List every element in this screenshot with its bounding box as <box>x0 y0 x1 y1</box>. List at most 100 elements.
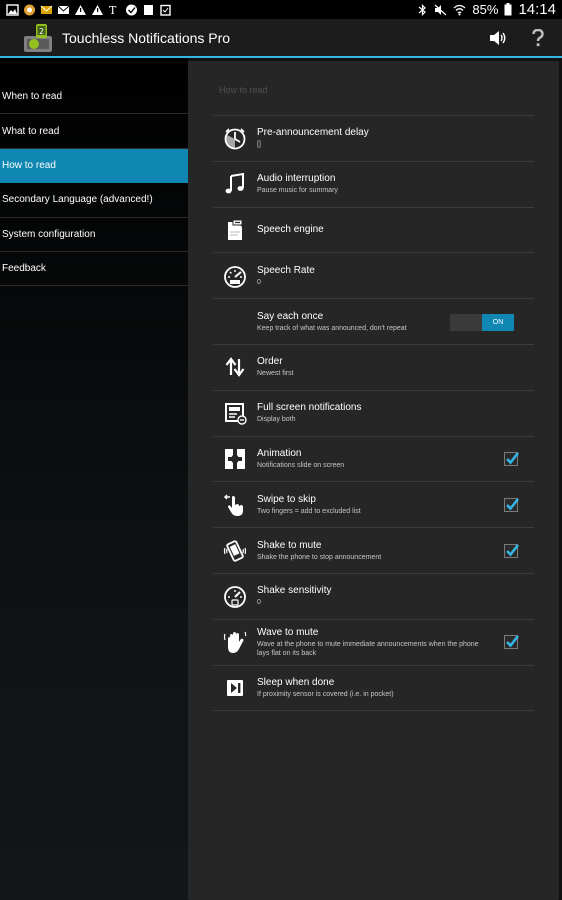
pref-full-screen-notifications[interactable]: Full screen notifications Display both <box>213 391 534 437</box>
app-circle-icon <box>24 4 35 15</box>
nav-item-label: How to read <box>2 159 56 171</box>
music-note-icon <box>213 162 257 207</box>
sleep-icon <box>213 665 257 710</box>
nav-item-label: Feedback <box>2 263 46 275</box>
pref-summary: 0 <box>257 599 261 607</box>
pref-summary: If proximity sensor is covered (i.e. in … <box>257 690 394 698</box>
headers-list: When to read What to read How to read Se… <box>0 58 188 900</box>
animation-icon <box>213 436 257 481</box>
battery-icon <box>504 3 512 16</box>
document-icon <box>144 4 153 15</box>
pref-title: Wave to mute <box>257 626 319 638</box>
nav-item-label: What to read <box>2 125 60 137</box>
clipboard-check-icon <box>160 4 171 16</box>
nav-item-what-to-read[interactable]: What to read <box>0 114 188 149</box>
mute-icon <box>435 4 447 15</box>
pref-animation[interactable]: Animation Notifications slide on screen <box>213 437 534 483</box>
battery-percent: 85% <box>472 2 499 17</box>
pref-order[interactable]: Order Newest first <box>213 345 534 391</box>
pref-wave-to-mute[interactable]: Wave to mute Wave at the phone to mute i… <box>213 620 534 666</box>
pref-summary: [] <box>257 141 261 149</box>
pref-title: Order <box>257 356 283 368</box>
pref-shake-to-mute[interactable]: Shake to mute Shake the phone to stop an… <box>213 528 534 574</box>
mail-icon <box>40 5 53 14</box>
nav-item-label: System configuration <box>2 228 96 240</box>
switch-on-label: ON <box>482 313 514 331</box>
pref-title: Speech engine <box>257 223 324 235</box>
status-bar: T 85% 14:14 <box>0 0 562 19</box>
pref-pre-announcement-delay[interactable]: Pre-announcement delay [] <box>213 116 534 162</box>
nav-item-label: Secondary Language (advanced!) <box>2 194 153 206</box>
wave-hand-icon <box>213 620 257 665</box>
shake-phone-icon <box>213 528 257 573</box>
system-status: 85% 14:14 <box>417 1 556 18</box>
pref-title: Shake sensitivity <box>257 585 332 597</box>
speedometer-icon <box>213 253 257 298</box>
notification-icons: T <box>6 4 172 16</box>
pref-title: Pre-announcement delay <box>257 127 369 139</box>
nav-item-feedback[interactable]: Feedback <box>0 252 188 287</box>
fullscreen-icon <box>213 391 257 436</box>
pref-speech-rate[interactable]: Speech Rate 0 <box>213 253 534 300</box>
wave-to-mute-checkbox[interactable] <box>504 635 520 650</box>
pref-title: Full screen notifications <box>257 402 362 414</box>
help-button[interactable] <box>518 19 558 56</box>
section-header-row: How to read <box>213 61 534 116</box>
warning-icon <box>92 4 103 15</box>
pref-speech-engine[interactable]: Speech engine <box>213 208 534 254</box>
swipe-to-skip-checkbox[interactable] <box>504 497 520 512</box>
pref-summary: Newest first <box>257 370 294 378</box>
nav-item-secondary-language[interactable]: Secondary Language (advanced!) <box>0 183 188 218</box>
shake-to-mute-checkbox[interactable] <box>504 543 520 558</box>
checkmark-icon <box>506 497 520 511</box>
svg-text:2: 2 <box>39 27 44 36</box>
pref-shake-sensitivity[interactable]: Shake sensitivity 0 <box>213 574 534 620</box>
nav-item-when-to-read[interactable]: When to read <box>0 80 188 115</box>
preferences-pane: How to read Pre-announcement delay [] Au… <box>188 58 562 900</box>
help-icon <box>532 28 544 46</box>
sort-arrows-icon <box>213 345 257 390</box>
nav-item-system-configuration[interactable]: System configuration <box>0 218 188 252</box>
sensitivity-gauge-icon <box>213 574 257 619</box>
pref-title: Speech Rate <box>257 264 315 276</box>
pref-summary: Display both <box>257 416 296 424</box>
gallery-icon <box>6 3 19 16</box>
section-header: How to read <box>219 85 268 95</box>
nav-item-how-to-read[interactable]: How to read <box>0 148 188 184</box>
pref-say-each-once[interactable]: Say each once Keep track of what was ann… <box>213 299 534 345</box>
checkmark-icon <box>506 635 520 648</box>
clock: 14:14 <box>518 1 556 18</box>
speaker-icon <box>490 30 506 45</box>
pref-swipe-to-skip[interactable]: Swipe to skip Two fingers = add to exclu… <box>213 482 534 529</box>
pref-title: Shake to mute <box>257 539 322 551</box>
nav-item-label: When to read <box>2 91 63 103</box>
pref-sleep-when-done[interactable]: Sleep when done If proximity sensor is c… <box>213 666 534 712</box>
speech-engine-icon <box>213 208 257 253</box>
checkmark-icon <box>506 543 520 557</box>
pref-title: Swipe to skip <box>257 493 316 505</box>
animation-checkbox[interactable] <box>504 451 520 466</box>
pref-summary: Notifications slide on screen <box>257 461 345 469</box>
app-logo-icon[interactable]: 2 <box>22 22 54 54</box>
wifi-icon <box>453 4 466 15</box>
pref-summary: Two fingers = add to excluded list <box>257 507 361 515</box>
checkmark-icon <box>506 452 520 465</box>
pref-summary: Shake the phone to stop announcement <box>257 553 382 561</box>
pref-icon-placeholder <box>213 299 257 344</box>
pref-title: Audio interruption <box>257 173 336 185</box>
news-icon: T <box>109 4 117 16</box>
swipe-hand-icon <box>213 482 257 527</box>
pref-title: Animation <box>257 447 302 459</box>
speaker-button[interactable] <box>478 19 518 56</box>
pref-audio-interruption[interactable]: Audio interruption Pause music for summa… <box>213 162 534 208</box>
preferences-panel[interactable]: How to read Pre-announcement delay [] Au… <box>188 61 559 900</box>
pref-summary: Wave at the phone to mute immediate anno… <box>257 640 479 657</box>
say-each-once-switch[interactable]: ON <box>450 313 514 331</box>
app-title: Touchless Notifications Pro <box>62 29 231 46</box>
action-bar: 2 Touchless Notifications Pro <box>0 19 562 56</box>
timer-icon <box>213 116 257 161</box>
pref-title: Sleep when done <box>257 676 335 688</box>
bluetooth-icon <box>419 3 427 16</box>
check-circle-icon <box>126 4 137 15</box>
gmail-icon <box>57 5 70 14</box>
